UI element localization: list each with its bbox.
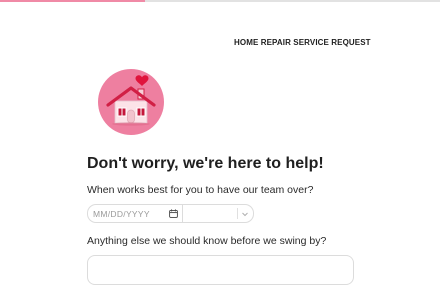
progress-bar	[0, 0, 440, 2]
date-placeholder: MM/DD/YYYY	[93, 209, 150, 219]
calendar-icon[interactable]	[169, 209, 178, 218]
form-title: HOME REPAIR SERVICE REQUEST	[234, 38, 371, 47]
select-divider	[237, 208, 238, 219]
schedule-question-label: When works best for you to have our team…	[87, 184, 314, 196]
chevron-down-icon[interactable]	[241, 210, 249, 218]
logo	[98, 69, 164, 135]
notes-textarea[interactable]	[87, 255, 354, 285]
notes-question-label: Anything else we should know before we s…	[87, 235, 327, 247]
page-headline: Don't worry, we're here to help!	[87, 155, 324, 172]
date-input[interactable]: MM/DD/YYYY	[87, 204, 183, 223]
progress-bar-fill	[0, 0, 146, 2]
house-with-heart-icon	[106, 75, 156, 126]
time-select[interactable]	[182, 204, 254, 223]
